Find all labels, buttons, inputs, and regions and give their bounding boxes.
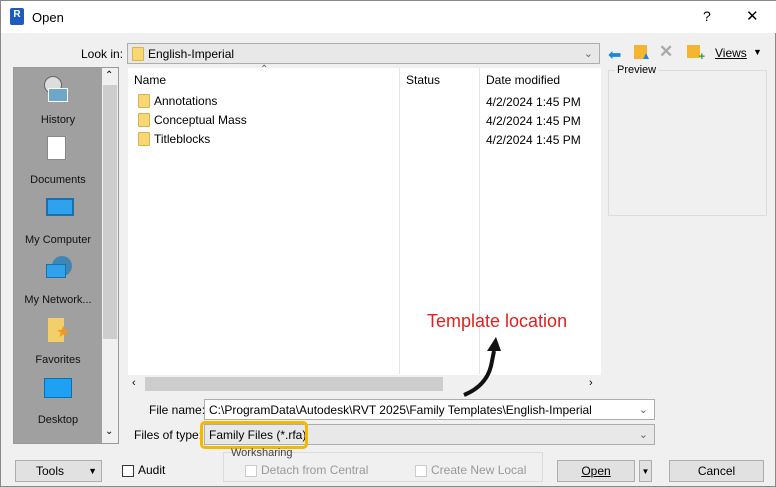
file-date: 4/2/2024 1:45 PM	[486, 114, 581, 128]
preview-group	[608, 70, 767, 216]
file-name: Titleblocks	[154, 132, 211, 146]
desktop-icon	[44, 378, 72, 398]
column-header-name[interactable]: Name	[134, 73, 166, 87]
filename-label: File name:	[149, 403, 206, 417]
audit-checkbox[interactable]: Audit	[122, 463, 165, 477]
sidebar-scrollbar[interactable]: ⌃ ⌄	[102, 68, 118, 443]
column-divider	[399, 68, 400, 374]
list-item[interactable]: Annotations	[138, 92, 217, 110]
cancel-label: Cancel	[697, 464, 736, 478]
filename-input[interactable]: C:\ProgramData\Autodesk\RVT 2025\Family …	[204, 399, 655, 420]
folder-icon	[138, 132, 150, 146]
desktop-place[interactable]: Desktop	[14, 368, 102, 428]
template-location-annotation: Template location	[427, 311, 568, 331]
scroll-thumb[interactable]	[103, 85, 117, 339]
places-bar: History Documents My Computer My Network…	[13, 67, 119, 444]
favorites-place[interactable]: ★ Favorites	[14, 308, 102, 368]
open-label: Open	[581, 464, 611, 478]
lookin-value: English-Imperial	[148, 46, 235, 61]
back-icon[interactable]: ⬅	[608, 45, 621, 65]
favorites-folder-icon: ★	[48, 318, 70, 342]
document-icon	[47, 136, 66, 160]
list-item[interactable]: Conceptual Mass	[138, 111, 247, 129]
create-local-label: Create New Local	[431, 463, 527, 477]
my-network-place[interactable]: My Network...	[14, 248, 102, 308]
title-bar: R Open ? ✕	[1, 1, 776, 33]
documents-place[interactable]: Documents	[14, 128, 102, 188]
sort-arrow-icon: ⌃	[260, 64, 269, 75]
create-local-checkbox[interactable]: Create New Local	[415, 463, 526, 477]
folder-icon	[138, 113, 150, 127]
worksharing-label: Worksharing	[231, 447, 293, 459]
history-label: History	[40, 114, 76, 126]
lookin-label: Look in:	[81, 47, 124, 61]
tools-label: Tools	[36, 464, 65, 478]
file-name: Conceptual Mass	[154, 113, 247, 127]
open-button[interactable]: Open	[557, 460, 635, 482]
lookin-combo[interactable]: English-Imperial ⌄	[127, 43, 600, 64]
file-date: 4/2/2024 1:45 PM	[486, 133, 581, 147]
scroll-right-icon[interactable]: ›	[589, 377, 593, 389]
new-folder-icon[interactable]: +	[687, 45, 705, 63]
delete-icon[interactable]: ✕	[659, 42, 673, 62]
views-button[interactable]: Views	[715, 46, 747, 60]
filetype-label: Files of type:	[134, 428, 203, 442]
views-dropdown-icon[interactable]: ▼	[753, 47, 762, 57]
cancel-button[interactable]: Cancel	[669, 460, 764, 482]
list-item[interactable]: Titleblocks	[138, 130, 210, 148]
close-button[interactable]: ✕	[746, 7, 759, 25]
detach-label: Detach from Central	[261, 463, 369, 477]
chevron-down-icon: ⌄	[583, 48, 593, 60]
h-scroll-thumb[interactable]	[145, 377, 443, 391]
horizontal-scrollbar[interactable]: ‹ ›	[128, 375, 601, 393]
file-date: 4/2/2024 1:45 PM	[486, 95, 581, 109]
chevron-down-icon[interactable]: ⌄	[639, 403, 648, 416]
help-button[interactable]: ?	[703, 8, 711, 24]
chevron-down-icon: ⌄	[638, 429, 648, 441]
scroll-left-icon[interactable]: ‹	[132, 377, 136, 389]
favorites-label: Favorites	[35, 354, 81, 366]
column-header-status[interactable]: Status	[406, 73, 440, 87]
folder-icon	[132, 46, 144, 61]
tools-button[interactable]: Tools ▼	[15, 460, 102, 482]
window-title: Open	[32, 10, 64, 25]
dropdown-arrow-icon: ▼	[88, 466, 97, 476]
open-dropdown-button[interactable]: ▼	[639, 460, 652, 482]
folder-icon	[138, 94, 150, 108]
desktop-label: Desktop	[37, 414, 79, 426]
preview-label: Preview	[615, 64, 659, 76]
history-place[interactable]: History	[14, 68, 102, 128]
computer-icon	[46, 198, 74, 216]
audit-label: Audit	[138, 463, 166, 477]
my-computer-place[interactable]: My Computer	[14, 188, 102, 248]
revit-app-icon: R	[10, 8, 24, 25]
documents-label: Documents	[30, 174, 86, 186]
column-header-date[interactable]: Date modified	[486, 73, 560, 87]
file-name: Annotations	[154, 94, 218, 108]
filetype-highlight	[200, 421, 308, 449]
scroll-down-icon[interactable]: ⌄	[105, 426, 113, 437]
my-network-label: My Network...	[24, 294, 92, 306]
annotation-arrow-icon	[463, 337, 501, 397]
filename-value: C:\ProgramData\Autodesk\RVT 2025\Family …	[209, 402, 592, 417]
up-folder-icon[interactable]: ▲	[634, 45, 651, 62]
scroll-up-icon[interactable]: ⌃	[105, 70, 113, 81]
my-computer-label: My Computer	[24, 234, 92, 246]
detach-checkbox[interactable]: Detach from Central	[245, 463, 368, 477]
network-computer-icon	[46, 264, 66, 278]
photo-icon	[48, 88, 68, 102]
